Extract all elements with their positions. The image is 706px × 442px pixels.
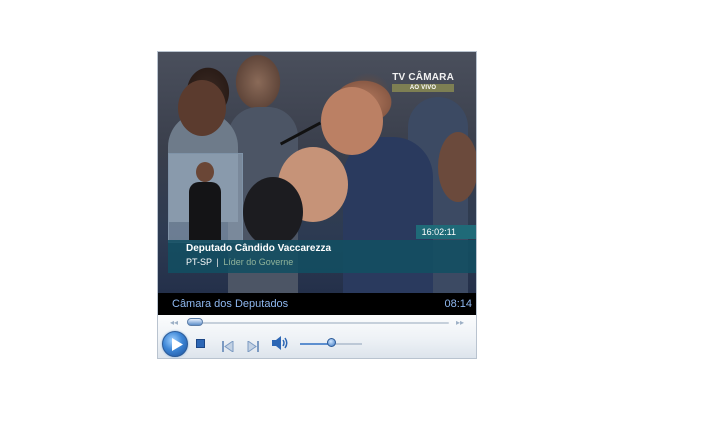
seek-track[interactable] [187, 322, 449, 324]
media-player: TV CÂMARA AO VIVO 16:02:11 Deputado Când… [157, 51, 477, 359]
info-bar: Câmara dos Deputados 08:14 [158, 293, 476, 315]
play-icon [172, 338, 183, 351]
fast-forward-icon[interactable]: ▸▸ [456, 318, 464, 327]
broadcast-clock: 16:02:11 [415, 225, 476, 239]
next-icon [247, 340, 259, 353]
speaker-role: Líder do Governe [223, 257, 294, 267]
elapsed-time: 08:14 [444, 298, 472, 310]
previous-icon [222, 340, 234, 353]
control-bar: ◂◂ ▸▸ [158, 315, 476, 358]
live-badge: AO VIVO [392, 84, 454, 92]
station-name: Câmara dos Deputados [172, 298, 289, 310]
channel-logo: TV CÂMARA AO VIVO [392, 72, 454, 92]
next-button[interactable] [247, 337, 259, 356]
previous-button[interactable] [222, 337, 234, 356]
seek-bar[interactable]: ◂◂ ▸▸ [158, 318, 476, 328]
speaker-name: Deputado Cândido Vaccarezza [186, 243, 332, 254]
video-frame[interactable]: TV CÂMARA AO VIVO 16:02:11 Deputado Când… [158, 52, 476, 293]
seek-thumb[interactable] [187, 318, 203, 326]
speaker-party: PT-SP [186, 257, 212, 267]
mute-button[interactable] [272, 335, 290, 354]
stop-button[interactable] [196, 339, 205, 348]
channel-logo-text: TV CÂMARA [392, 72, 454, 83]
speaker-caption: Deputado Cândido Vaccarezza PT-SP | Líde… [168, 240, 476, 273]
play-button[interactable] [162, 331, 188, 357]
speaker-role-line: PT-SP | Líder do Governe [186, 257, 293, 267]
volume-thumb[interactable] [326, 338, 336, 347]
sign-language-inset [168, 153, 243, 243]
volume-icon [272, 336, 288, 350]
speaker-separator: | [216, 257, 219, 267]
rewind-icon[interactable]: ◂◂ [170, 318, 178, 327]
